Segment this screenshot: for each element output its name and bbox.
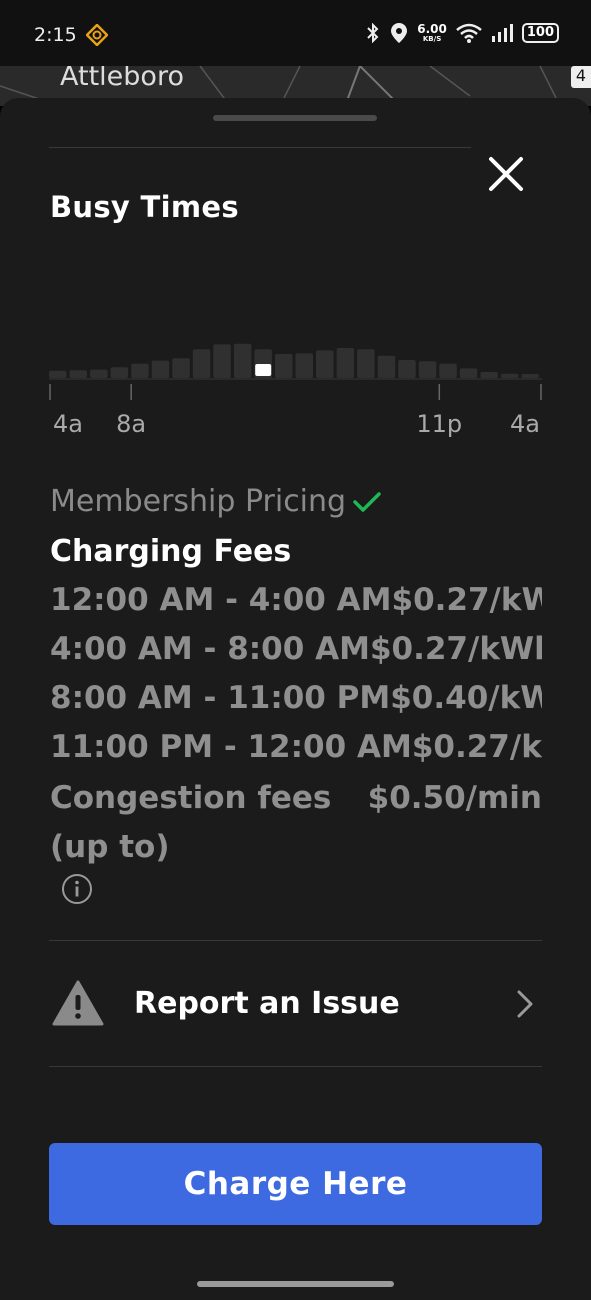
membership-pricing-label: Membership Pricing	[50, 484, 347, 519]
busy-bar	[90, 369, 108, 378]
busy-bar	[480, 372, 498, 378]
checkmark-icon	[353, 491, 381, 512]
report-issue-row[interactable]: Report an Issue	[49, 958, 542, 1048]
busy-times-title: Busy Times	[50, 190, 239, 224]
chart-tick-label: 4a	[510, 410, 540, 438]
report-issue-label: Report an Issue	[134, 986, 400, 1021]
chevron-right-icon	[517, 990, 533, 1018]
fee-price: $0.40/kWh	[390, 680, 542, 716]
fee-time: 8:00 AM - 11:00 PM	[50, 680, 391, 716]
net-speed-unit: KB/S	[422, 35, 442, 43]
chart-tick-label: 4a	[53, 410, 83, 438]
busy-bar	[357, 349, 375, 378]
fee-price: $0.27/kWh	[369, 631, 542, 667]
membership-pricing-heading: Membership Pricing	[50, 484, 382, 519]
app-notification-icon	[86, 24, 108, 46]
status-time: 2:15	[34, 24, 77, 46]
busy-bar	[151, 360, 170, 378]
busy-bar	[192, 349, 211, 378]
chart-tick-label: 11p	[416, 410, 463, 438]
top-divider	[49, 147, 471, 148]
busy-bar	[316, 350, 334, 378]
bluetooth-icon	[367, 23, 379, 43]
congestion-fees-label: Congestion fees	[50, 780, 332, 816]
busy-bar	[295, 353, 313, 378]
status-icons: 6.00 KB/S 100	[365, 22, 559, 44]
wifi-icon	[456, 23, 482, 43]
busy-bar	[110, 367, 129, 378]
busy-bar	[336, 348, 355, 378]
divider	[49, 940, 542, 941]
fee-time: 4:00 AM - 8:00 AM	[50, 631, 370, 667]
busy-bar	[398, 360, 416, 378]
busy-times-bars	[49, 343, 542, 400]
sheet-drag-handle[interactable]	[213, 115, 377, 121]
fee-row: 11:00 PM - 12:00 AM$0.27/kWh	[50, 729, 542, 769]
busy-bar	[521, 374, 539, 378]
fee-row: 12:00 AM - 4:00 AM$0.27/kWh	[50, 582, 542, 622]
fee-time: 11:00 PM - 12:00 AM	[50, 729, 412, 765]
fee-time: 12:00 AM - 4:00 AM	[50, 582, 392, 618]
current-hour-marker	[255, 364, 272, 376]
fee-price: $0.27/kWh	[411, 729, 542, 765]
busy-times-axis: 4a 8a 11p 4a	[49, 410, 542, 440]
busy-bar	[172, 358, 190, 378]
busy-bar	[418, 361, 437, 378]
status-bar: 2:15 6.00 KB/S 100	[0, 0, 591, 66]
info-icon[interactable]	[61, 873, 93, 905]
busy-bar	[439, 363, 457, 378]
system-nav-bar	[0, 1273, 591, 1300]
warning-icon	[52, 980, 104, 1026]
fee-row: 4:00 AM - 8:00 AM$0.27/kWh	[50, 631, 542, 671]
busy-bar	[49, 370, 67, 378]
charging-fees-heading: Charging Fees	[50, 534, 292, 569]
location-icon	[391, 23, 408, 43]
busy-bar	[233, 343, 252, 378]
close-icon[interactable]	[485, 153, 527, 195]
busy-bar	[131, 363, 149, 378]
divider	[49, 1066, 542, 1067]
busy-bar	[69, 370, 87, 378]
signal-icon	[491, 24, 513, 42]
busy-bar	[459, 368, 478, 378]
fee-price: $0.27/kWh	[391, 582, 543, 618]
net-speed-value: 6.00	[417, 22, 447, 36]
congestion-fees-note: (up to)	[50, 829, 170, 865]
busy-times-chart: 4a 8a 11p 4a	[49, 318, 542, 438]
chart-tick-label: 8a	[116, 410, 147, 438]
busy-bar	[275, 354, 293, 378]
busy-bar	[213, 344, 231, 378]
busy-bar	[500, 373, 519, 378]
battery-icon: 100	[521, 23, 559, 43]
busy-bar	[377, 355, 396, 378]
charge-here-button[interactable]: Charge Here	[49, 1143, 542, 1225]
congestion-fees-value: $0.50/min	[367, 780, 542, 816]
fee-row: 8:00 AM - 11:00 PM$0.40/kWh	[50, 680, 542, 720]
route-shield: 4	[571, 66, 591, 88]
net-speed: 6.00 KB/S	[417, 23, 447, 43]
bottom-sheet: Busy Times 4a 8a 11p 4a Membership Pricing …	[0, 98, 591, 1273]
map-city-label: Attleboro	[60, 66, 184, 92]
home-gesture-pill[interactable]	[197, 1281, 394, 1287]
